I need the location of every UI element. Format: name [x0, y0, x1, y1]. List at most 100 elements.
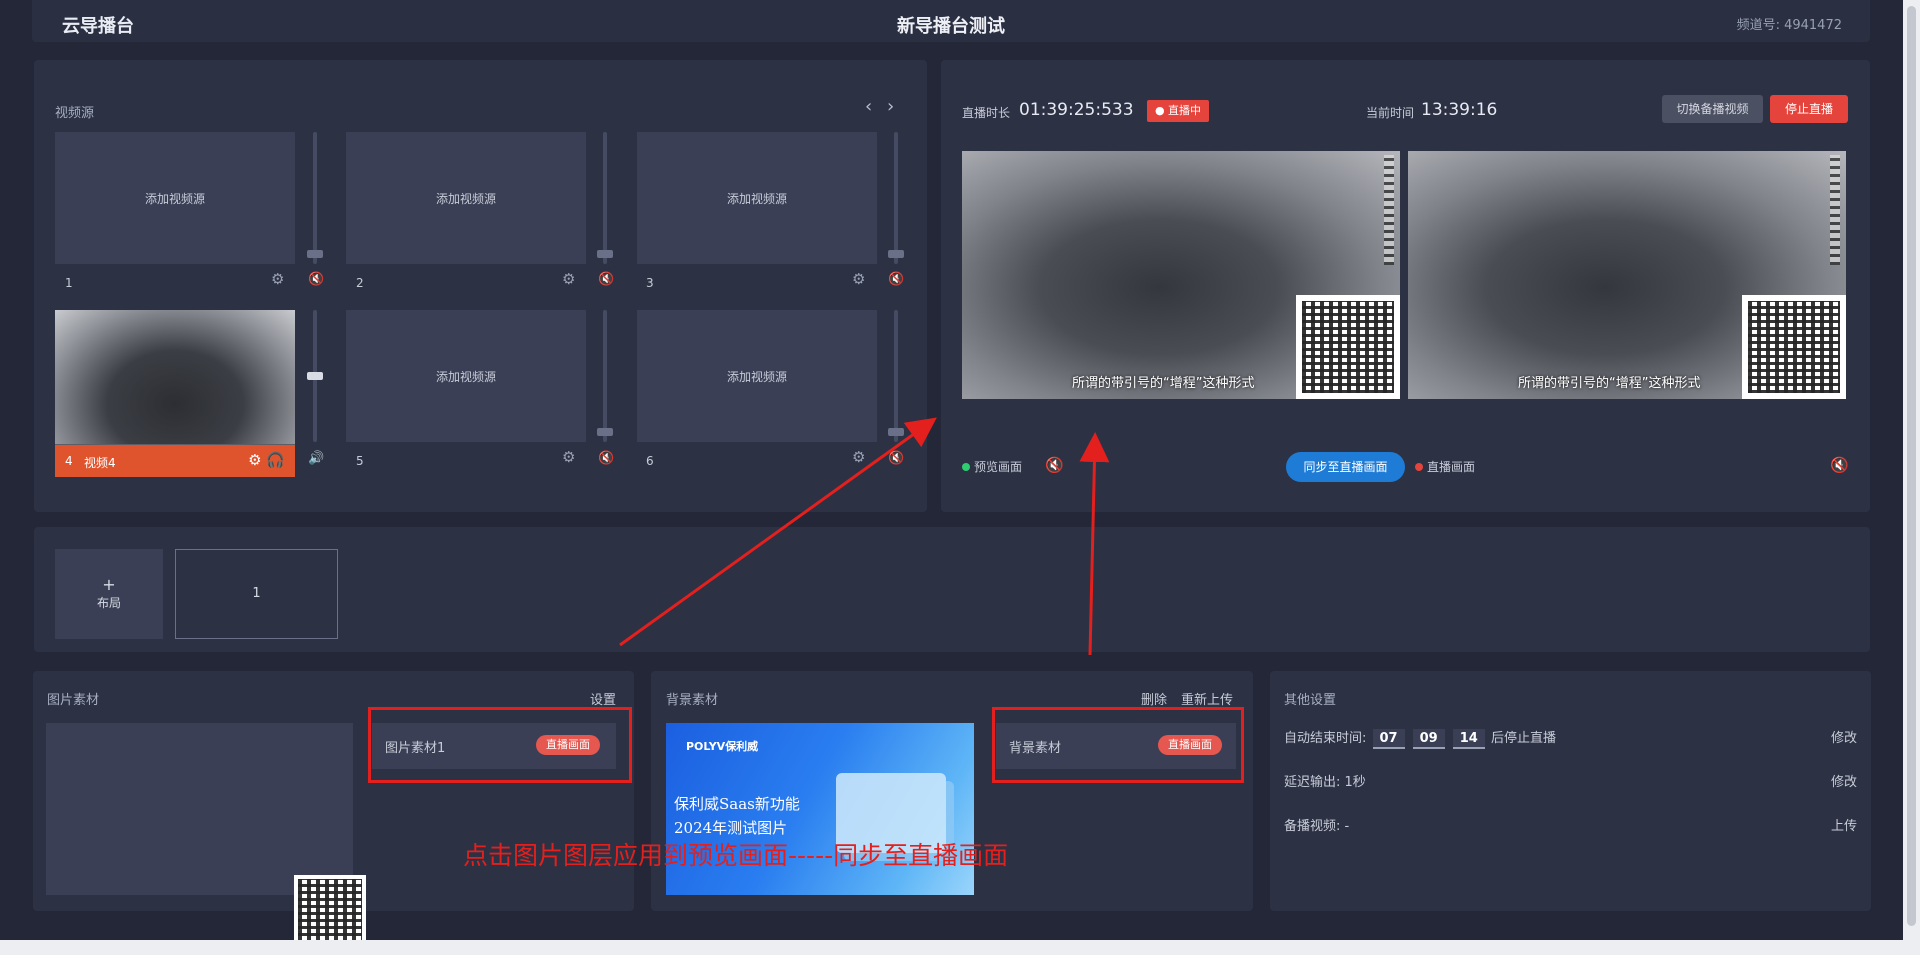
live-label-group: 直播画面 — [1415, 458, 1475, 475]
add-layout-button[interactable]: + 布局 — [55, 549, 163, 639]
sync-to-live-button[interactable]: 同步至直播画面 — [1286, 452, 1405, 482]
video-source-slot-2[interactable]: 添加视频源 — [346, 132, 586, 264]
monitor-panel: 直播时长 01:39:25:533 ● 直播中 当前时间 13:39:16 切换… — [941, 60, 1870, 512]
volume-slider-2[interactable] — [597, 132, 613, 264]
live-label: 直播画面 — [1427, 460, 1476, 474]
minute-box: 09 — [1412, 728, 1445, 749]
vertical-scrollbar[interactable] — [1903, 0, 1920, 940]
muted-speaker-icon[interactable]: 🔇 — [1830, 456, 1849, 474]
muted-speaker-icon[interactable]: 🔇 — [308, 272, 324, 287]
delay-label: 延迟输出: 1秒 — [1284, 775, 1366, 790]
qr-code — [294, 875, 366, 947]
volume-slider-4[interactable] — [307, 310, 323, 442]
current-time-label: 当前时间 — [1366, 106, 1415, 120]
edit-delay-link[interactable]: 修改 — [1831, 771, 1857, 790]
slider-knob[interactable] — [888, 249, 904, 258]
gear-icon[interactable]: ⚙ — [248, 451, 261, 469]
live-badge-text: 直播中 — [1168, 104, 1202, 117]
video-source-slot-5[interactable]: 添加视频源 — [346, 310, 586, 442]
video-source-slot-4[interactable]: 4 视频4 ⚙ 🎧 — [55, 310, 295, 477]
prev-page-icon[interactable]: ‹ — [865, 96, 872, 117]
settings-link[interactable]: 设置 — [590, 689, 616, 708]
volume-slider-6[interactable] — [888, 310, 904, 442]
slider-knob[interactable] — [307, 372, 323, 380]
gear-icon[interactable]: ⚙ — [562, 270, 575, 288]
muted-speaker-icon[interactable]: 🔇 — [598, 451, 614, 466]
upload-link[interactable]: 上传 — [1831, 815, 1857, 834]
auto-end-suffix: 后停止直播 — [1490, 731, 1556, 746]
source-number-2: 2 — [356, 276, 364, 290]
channel-number: 频道号: 4941472 — [1736, 18, 1842, 33]
image-material-preview[interactable] — [46, 723, 366, 947]
image-materials-panel: 图片素材 设置 图片素材1 直播画面 — [33, 671, 634, 947]
bg-materials-title: 背景素材 — [666, 693, 719, 708]
hour-box: 07 — [1372, 728, 1405, 749]
qr-code — [1296, 295, 1400, 399]
bg-preview-line2: 2024年测试图片 — [674, 819, 788, 837]
brand-logo: POLYV保利威 — [686, 740, 759, 753]
gear-icon[interactable]: ⚙ — [271, 270, 284, 288]
source-number-5: 5 — [356, 454, 364, 468]
stop-live-button[interactable]: 停止直播 — [1770, 95, 1848, 123]
duration-label: 直播时长 — [962, 106, 1011, 120]
backup-label: 备播视频: - — [1284, 819, 1350, 834]
source-4-thumbnail — [55, 310, 295, 444]
annotation-text: 点击图片图层应用到预览画面-----同步至直播画面 — [463, 841, 1009, 870]
current-time-value: 13:39:16 — [1421, 100, 1498, 120]
horizontal-scrollbar[interactable] — [0, 940, 1920, 955]
layouts-panel: + 布局 1 — [34, 527, 1870, 652]
preview-dot — [962, 463, 970, 471]
next-page-icon[interactable]: › — [887, 96, 894, 117]
backup-row: 备播视频: - 上传 — [1284, 815, 1857, 835]
preview-video[interactable]: 所谓的带引号的“增程”这种形式 — [962, 151, 1400, 399]
video-caption: 所谓的带引号的“增程”这种形式 — [1518, 376, 1701, 391]
volume-slider-1[interactable] — [307, 132, 323, 264]
gear-icon[interactable]: ⚙ — [562, 448, 575, 466]
muted-speaker-icon[interactable]: 🔇 — [888, 451, 904, 466]
overlay-ruler — [1830, 155, 1840, 265]
source-number-1: 1 — [65, 276, 73, 290]
sources-title: 视频源 — [55, 106, 95, 121]
volume-slider-3[interactable] — [888, 132, 904, 264]
source-number-3: 3 — [646, 276, 654, 290]
reupload-link[interactable]: 重新上传 — [1181, 689, 1233, 708]
slider-knob[interactable] — [597, 249, 613, 258]
bg-preview-line1: 保利威Saas新功能 — [674, 795, 800, 813]
muted-speaker-icon[interactable]: 🔇 — [888, 272, 904, 287]
background-materials-panel: 背景素材 删除 重新上传 POLYV保利威 保利威Saas新功能 2024年测试… — [651, 671, 1253, 911]
preview-label-group: 预览画面 — [962, 458, 1022, 475]
slider-knob[interactable] — [597, 427, 613, 436]
gear-icon[interactable]: ⚙ — [852, 270, 865, 288]
delete-link[interactable]: 删除 — [1141, 689, 1167, 708]
video-source-slot-1[interactable]: 添加视频源 — [55, 132, 295, 264]
layout-item[interactable]: 1 — [175, 549, 338, 639]
add-source-label: 添加视频源 — [726, 192, 787, 206]
video-caption: 所谓的带引号的“增程”这种形式 — [1072, 376, 1255, 391]
plus-icon: + — [102, 575, 116, 594]
add-source-label: 添加视频源 — [726, 370, 787, 384]
video-source-slot-3[interactable]: 添加视频源 — [637, 132, 877, 264]
slider-knob[interactable] — [307, 249, 323, 258]
live-badge: ● 直播中 — [1147, 100, 1209, 122]
scrollbar-thumb[interactable] — [1907, 6, 1916, 926]
qr-code — [1742, 295, 1846, 399]
gear-icon[interactable]: ⚙ — [852, 448, 865, 466]
annotation-highlight-box — [368, 707, 632, 783]
source-4-bar: 4 视频4 ⚙ 🎧 — [55, 445, 295, 477]
annotation-highlight-box — [992, 707, 1244, 783]
image-materials-title: 图片素材 — [47, 693, 100, 708]
volume-slider-5[interactable] — [597, 310, 613, 442]
source-number-6: 6 — [646, 454, 654, 468]
slider-knob[interactable] — [888, 427, 904, 436]
muted-speaker-icon[interactable]: 🔇 — [1045, 456, 1064, 474]
switch-backup-video-button[interactable]: 切换备播视频 — [1662, 95, 1763, 123]
speaker-icon[interactable]: 🔊 — [308, 451, 324, 466]
edit-auto-end-link[interactable]: 修改 — [1831, 727, 1857, 746]
other-settings-panel: 其他设置 自动结束时间: 07 09 14 后停止直播 修改 延迟输出: 1秒 … — [1270, 671, 1871, 911]
add-source-label: 添加视频源 — [435, 370, 496, 384]
video-source-slot-6[interactable]: 添加视频源 — [637, 310, 877, 442]
overlay-ruler — [1384, 155, 1394, 265]
muted-speaker-icon[interactable]: 🔇 — [598, 272, 614, 287]
headphones-icon[interactable]: 🎧 — [266, 451, 285, 469]
live-dot — [1415, 463, 1423, 471]
